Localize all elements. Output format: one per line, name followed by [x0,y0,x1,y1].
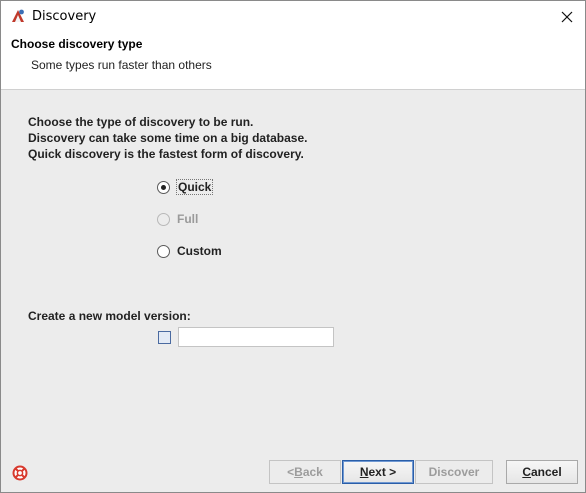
description-text: Choose the type of discovery to be run. … [28,114,307,162]
dialog-window: Discovery Choose discovery type Some typ… [0,0,586,493]
radio-button-icon [157,244,170,258]
help-lifebuoy-icon[interactable] [12,465,28,481]
radio-quick[interactable]: Quick [157,178,214,196]
model-version-checkbox[interactable] [158,331,171,344]
cancel-button[interactable]: Cancel [506,460,578,484]
wizard-header: Choose discovery type Some types run fas… [1,32,585,90]
description-line: Choose the type of discovery to be run. [28,115,254,129]
discovery-app-icon [12,9,24,22]
description-line: Discovery can take some time on a big da… [28,131,308,145]
next-button[interactable]: Next > [342,460,414,484]
radio-button-icon [157,212,170,226]
back-button: < Back [269,460,341,484]
radio-custom[interactable]: Custom [157,242,223,260]
discover-button: Discover [415,460,493,484]
header-subtitle: Some types run faster than others [31,58,212,72]
radio-button-icon [157,180,170,194]
back-button-prefix: < [287,465,295,479]
radio-label-custom: Custom [177,244,222,258]
cancel-button-rest: ancel [530,465,562,479]
model-version-label: Create a new model version: [28,309,191,323]
model-version-input[interactable] [178,327,334,347]
back-button-rest: ack [302,465,323,479]
title-bar: Discovery [1,1,585,32]
close-button[interactable] [553,1,581,32]
back-button-mnemonic: B [294,465,303,479]
next-button-mnemonic: N [359,465,369,479]
radio-full: Full [157,210,199,228]
window-title: Discovery [32,9,97,24]
next-button-rest: ext > [368,465,397,479]
radio-label-full: Full [177,212,199,226]
radio-label-quick: Quick [176,179,214,195]
description-line: Quick discovery is the fastest form of d… [28,147,304,161]
close-icon [561,11,573,22]
wizard-content: Choose the type of discovery to be run. … [1,90,585,450]
header-title: Choose discovery type [11,37,143,51]
discover-button-label: Discover [428,465,480,479]
cancel-button-mnemonic: C [522,465,531,479]
wizard-footer: < Back Next > Discover Cancel [1,450,585,492]
